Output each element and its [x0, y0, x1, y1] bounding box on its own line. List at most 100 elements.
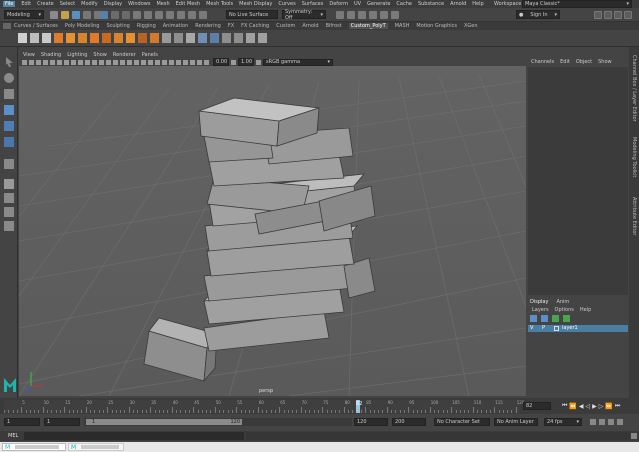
boolean-icon[interactable] [150, 33, 159, 43]
layer-menu-help[interactable]: Help [580, 307, 591, 313]
grid-toggle-icon[interactable] [50, 59, 55, 65]
menu-generate[interactable]: Generate [367, 1, 390, 7]
use-lights-icon[interactable] [134, 59, 139, 65]
poly-sphere-icon[interactable] [30, 33, 39, 43]
channel-box-menu-show[interactable]: Show [598, 59, 612, 65]
shelf-tab-rigging[interactable]: Rigging [137, 23, 156, 29]
open-scene-icon[interactable] [61, 11, 69, 19]
shelf-gear-icon[interactable] [3, 23, 11, 29]
view-transform-dropdown[interactable]: sRGB gamma ▾ [263, 58, 333, 66]
range-slider[interactable]: 1 120 [84, 418, 352, 426]
menu-cache[interactable]: Cache [396, 1, 412, 7]
sound-icon[interactable] [608, 419, 614, 425]
modeling-toolkit-toggle-icon[interactable] [594, 11, 602, 19]
extrude-icon[interactable] [54, 33, 63, 43]
smooth-icon[interactable] [126, 33, 135, 43]
render-settings-icon[interactable] [369, 11, 377, 19]
quad-draw-icon[interactable] [258, 33, 267, 43]
menu-deform[interactable]: Deform [329, 1, 348, 7]
select-tool-icon[interactable] [6, 57, 13, 67]
wireframe-icon[interactable] [99, 59, 104, 65]
save-scene-icon[interactable] [72, 11, 80, 19]
layer-menu-layers[interactable]: Layers [532, 307, 549, 313]
film-gate-icon[interactable] [57, 59, 62, 65]
gamma-field[interactable]: 1.00 [238, 58, 254, 66]
viewport-menu-renderer[interactable]: Renderer [113, 52, 136, 58]
mirror-icon[interactable] [138, 33, 147, 43]
outliner-layout-icon[interactable] [4, 221, 14, 231]
taskbar-maya-window[interactable]: M [2, 443, 66, 451]
side-by-side-icon[interactable] [4, 207, 14, 217]
menu-mesh[interactable]: Mesh [156, 1, 169, 7]
animation-prefs-icon[interactable] [617, 419, 623, 425]
layer-color-swatch[interactable] [554, 326, 559, 331]
merge-icon[interactable] [90, 33, 99, 43]
new-layer-selected-icon[interactable] [563, 315, 570, 322]
menu-edit-mesh[interactable]: Edit Mesh [176, 1, 200, 7]
layer-tab-anim[interactable]: Anim [556, 299, 569, 305]
snap-point-icon[interactable] [166, 11, 174, 19]
command-input[interactable] [24, 432, 244, 440]
default-material-icon[interactable] [113, 59, 118, 65]
poly-cube-icon[interactable] [18, 33, 27, 43]
anti-aliasing-icon[interactable] [162, 59, 167, 65]
snap-view-icon[interactable] [188, 11, 196, 19]
sign-in-dropdown[interactable]: ● Sign In ▾ [516, 10, 560, 19]
motion-blur-icon[interactable] [155, 59, 160, 65]
shelf-tab-custom-polyt[interactable]: Custom_PolyT [348, 23, 388, 29]
menu-arnold[interactable]: Arnold [450, 1, 466, 7]
start-time-field[interactable]: 1 [4, 418, 40, 426]
menu-mesh-tools[interactable]: Mesh Tools [206, 1, 233, 7]
single-view-icon[interactable] [4, 179, 14, 189]
wireframe-on-shaded-icon[interactable] [120, 59, 125, 65]
camera-attributes-icon[interactable] [29, 59, 34, 65]
center-pivot-icon[interactable] [162, 33, 171, 43]
depth-of-field-icon[interactable] [169, 59, 174, 65]
color-management-icon[interactable] [256, 59, 261, 65]
time-slider[interactable]: 5 10 15 20 25 30 35 40 45 50 55 60 65 70 75 80 85 90 95 100… [0, 398, 639, 414]
new-scene-icon[interactable] [50, 11, 58, 19]
paint-select-icon[interactable] [4, 89, 14, 99]
uv-editor-icon[interactable] [198, 33, 207, 43]
attribute-editor-toggle-icon[interactable] [604, 11, 612, 19]
menu-windows[interactable]: Windows [128, 1, 150, 7]
select-hierarchy-icon[interactable] [100, 11, 108, 19]
menu-mesh-display[interactable]: Mesh Display [239, 1, 272, 7]
shelf-tab-sculpting[interactable]: Sculpting [106, 23, 129, 29]
four-view-icon[interactable] [4, 193, 14, 203]
channel-box-menu-edit[interactable]: Edit [560, 59, 570, 65]
viewport-menu-view[interactable]: View [23, 52, 35, 58]
viewport-menu-show[interactable]: Show [93, 52, 107, 58]
perspective-viewport[interactable]: persp [19, 66, 526, 396]
bevel-icon[interactable] [66, 33, 75, 43]
smooth-shade-icon[interactable] [106, 59, 111, 65]
layer-row[interactable]: V P layer1 [528, 325, 628, 332]
menu-file[interactable]: File [3, 1, 16, 7]
shelf-tab-curves-surfaces[interactable]: Curves / Surfaces [14, 23, 58, 29]
fps-dropdown[interactable]: 24 fps ▾ [544, 418, 582, 426]
lasso-tool-icon[interactable] [4, 73, 14, 83]
shelf-tab-fx[interactable]: FX [228, 23, 234, 29]
snap-curve-icon[interactable] [155, 11, 163, 19]
viewport-menu-panels[interactable]: Panels [142, 52, 158, 58]
playback-start-field[interactable]: 1 [44, 418, 80, 426]
combine-icon[interactable] [102, 33, 111, 43]
loop-icon[interactable] [599, 419, 605, 425]
play-backward-icon[interactable]: ◁ [586, 403, 591, 410]
live-surface-field[interactable]: No Live Surface [226, 10, 278, 19]
time-slider-track[interactable]: 5 10 15 20 25 30 35 40 45 50 55 60 65 70 75 80 85 90 95 100… [4, 400, 524, 413]
move-tool-icon[interactable] [4, 105, 14, 115]
new-layer-icon[interactable] [552, 315, 559, 322]
shelf-tab-xgen[interactable]: XGen [464, 23, 478, 29]
menu-create[interactable]: Create [37, 1, 54, 7]
symmetry-dropdown[interactable]: Symmetry: Off ▾ [282, 9, 326, 21]
side-tab-modeling-toolkit[interactable]: Modeling Toolkit [631, 137, 637, 177]
menu-substance[interactable]: Substance [418, 1, 444, 7]
snap-grid-icon[interactable] [144, 11, 152, 19]
menu-select[interactable]: Select [60, 1, 75, 7]
taskbar-maya-window-2[interactable]: M [68, 443, 124, 451]
workspace-dropdown[interactable]: Maya Classic* ▾ [522, 0, 632, 8]
auto-key-icon[interactable] [590, 419, 596, 425]
textured-icon[interactable] [127, 59, 132, 65]
side-tab-attribute-editor[interactable]: Attribute Editor [631, 197, 637, 235]
